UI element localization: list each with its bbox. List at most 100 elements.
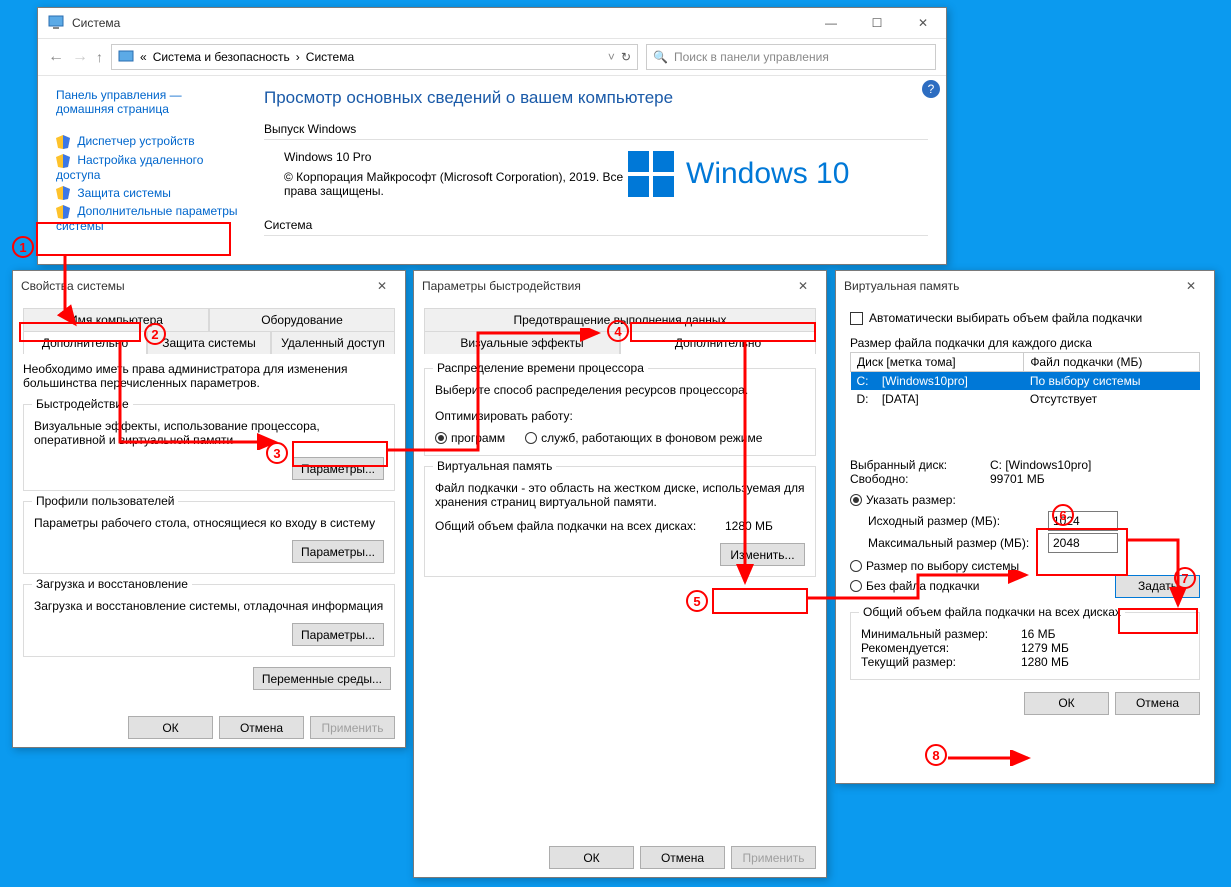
startup-settings-button[interactable]: Параметры...: [292, 623, 384, 646]
startup-group: Загрузка и восстановление Загрузка и вос…: [23, 584, 395, 657]
tab-advanced[interactable]: Дополнительно: [23, 331, 147, 354]
tab-computer-name[interactable]: Имя компьютера: [23, 308, 209, 331]
profiles-settings-button[interactable]: Параметры...: [292, 540, 384, 563]
breadcrumb-1[interactable]: Система и безопасность: [153, 50, 290, 64]
free-label: Свободно:: [850, 472, 990, 486]
refresh-icon[interactable]: ↻: [621, 50, 631, 64]
pc-icon: [118, 50, 134, 64]
admin-note: Необходимо иметь права администратора дл…: [13, 354, 405, 398]
set-button[interactable]: Задать: [1115, 575, 1200, 598]
vmem-desc: Файл подкачки - это область на жестком д…: [435, 481, 805, 509]
windows-logo: Windows 10: [628, 150, 928, 198]
apply-button[interactable]: Применить: [731, 846, 816, 869]
scheduling-group: Распределение времени процессора Выберит…: [424, 368, 816, 456]
disk-row-d[interactable]: D: [DATA] Отсутствует: [851, 390, 1200, 408]
max-size-input[interactable]: [1048, 533, 1118, 553]
vmem-total-value: 1280 МБ: [725, 519, 805, 533]
sidebar: Панель управления — домашняя страница Ди…: [38, 76, 246, 264]
back-button[interactable]: ←: [48, 48, 64, 66]
help-icon[interactable]: ?: [922, 80, 940, 98]
dialog-title: Виртуальная память: [836, 279, 1168, 293]
ok-button[interactable]: ОК: [1024, 692, 1109, 715]
ok-button[interactable]: ОК: [128, 716, 213, 739]
scheduling-desc: Выберите способ распределения ресурсов п…: [435, 383, 805, 397]
radio-system-size[interactable]: Размер по выбору системы: [850, 559, 1019, 573]
radio-no-pagefile[interactable]: Без файла подкачки: [850, 579, 1115, 593]
vmem-total-label: Общий объем файла подкачки на всех диска…: [435, 519, 725, 533]
tab-visual-effects[interactable]: Визуальные эффекты: [424, 331, 620, 354]
sidebar-item-remote[interactable]: Настройка удаленного доступа: [56, 153, 240, 182]
auto-checkbox[interactable]: Автоматически выбирать объем файла подка…: [850, 311, 1142, 325]
selected-drive-label: Выбранный диск:: [850, 458, 990, 472]
address-bar[interactable]: « Система и безопасность › Система ˅ ↻: [111, 44, 638, 70]
search-icon: 🔍: [653, 50, 668, 64]
shield-icon: [56, 154, 70, 168]
tab-remote[interactable]: Удаленный доступ: [271, 331, 395, 354]
edition-label: Выпуск Windows: [264, 122, 928, 136]
cancel-button[interactable]: Отмена: [640, 846, 725, 869]
annotation-1: 1: [12, 236, 34, 258]
profiles-desc: Параметры рабочего стола, относящиеся ко…: [34, 516, 384, 530]
main-content: ? Просмотр основных сведений о вашем ком…: [246, 76, 946, 264]
titlebar: Система — ☐ ✕: [38, 8, 946, 38]
close-button[interactable]: ✕: [359, 271, 405, 301]
performance-options-dialog: Параметры быстродействия ✕ Предотвращени…: [413, 270, 827, 878]
close-button[interactable]: ✕: [780, 271, 826, 301]
max-size-label: Максимальный размер (МБ):: [868, 536, 1048, 550]
tab-hardware[interactable]: Оборудование: [209, 308, 395, 331]
cancel-button[interactable]: Отмена: [219, 716, 304, 739]
disk-row-c[interactable]: C: [Windows10pro] По выбору системы: [851, 371, 1200, 390]
breadcrumb-sep: ›: [296, 50, 300, 64]
search-input[interactable]: 🔍 Поиск в панели управления: [646, 44, 936, 70]
system-section-label: Система: [264, 218, 928, 232]
minimize-button[interactable]: —: [808, 8, 854, 38]
disk-list[interactable]: Диск [метка тома]Файл подкачки (МБ) C: […: [850, 352, 1200, 448]
system-window: Система — ☐ ✕ ← → ↑ « Система и безопасн…: [37, 7, 947, 265]
tab-protection[interactable]: Защита системы: [147, 331, 271, 354]
window-title: Система: [64, 16, 808, 30]
forward-button[interactable]: →: [72, 48, 88, 66]
cancel-button[interactable]: Отмена: [1115, 692, 1200, 715]
breadcrumb-dropdown[interactable]: ˅: [608, 50, 615, 64]
system-icon: [38, 14, 64, 33]
radio-custom-size[interactable]: Указать размер:: [850, 493, 956, 507]
tab-dep[interactable]: Предотвращение выполнения данных: [424, 308, 816, 331]
change-button[interactable]: Изменить...: [720, 543, 805, 566]
control-panel-home[interactable]: Панель управления — домашняя страница: [56, 88, 240, 116]
apply-button[interactable]: Применить: [310, 716, 395, 739]
breadcrumb-prefix: «: [140, 50, 147, 64]
size-per-disk-label: Размер файла подкачки для каждого диска: [850, 336, 1200, 350]
startup-desc: Загрузка и восстановление системы, отлад…: [34, 599, 384, 613]
initial-size-input[interactable]: [1048, 511, 1118, 531]
shield-icon: [56, 186, 70, 200]
ok-button[interactable]: ОК: [549, 846, 634, 869]
radio-services[interactable]: служб, работающих в фоновом режиме: [525, 431, 762, 445]
up-button[interactable]: ↑: [96, 49, 103, 65]
performance-settings-button[interactable]: Параметры...: [292, 457, 384, 480]
free-value: 99701 МБ: [990, 472, 1045, 486]
env-variables-button[interactable]: Переменные среды...: [253, 667, 391, 690]
radio-programs[interactable]: программ: [435, 431, 505, 445]
copyright: © Корпорация Майкрософт (Microsoft Corpo…: [284, 170, 624, 198]
performance-desc: Визуальные эффекты, использование процес…: [34, 419, 384, 447]
page-title: Просмотр основных сведений о вашем компь…: [264, 88, 928, 108]
totals-group: Общий объем файла подкачки на всех диска…: [850, 612, 1200, 680]
selected-drive-value: C: [Windows10pro]: [990, 458, 1091, 472]
tab-advanced[interactable]: Дополнительно: [620, 331, 816, 354]
dialog-title: Свойства системы: [13, 279, 359, 293]
virtual-memory-group: Виртуальная память Файл подкачки - это о…: [424, 466, 816, 577]
close-button[interactable]: ✕: [1168, 271, 1214, 301]
system-properties-dialog: Свойства системы ✕ Имя компьютера Оборуд…: [12, 270, 406, 748]
sidebar-item-device-manager[interactable]: Диспетчер устройств: [56, 134, 240, 149]
performance-group: Быстродействие Визуальные эффекты, испол…: [23, 404, 395, 491]
virtual-memory-dialog: Виртуальная память ✕ Автоматически выбир…: [835, 270, 1215, 784]
profiles-group: Профили пользователей Параметры рабочего…: [23, 501, 395, 574]
initial-size-label: Исходный размер (МБ):: [868, 514, 1048, 528]
breadcrumb-2[interactable]: Система: [306, 50, 354, 64]
sidebar-item-protection[interactable]: Защита системы: [56, 186, 240, 201]
close-button[interactable]: ✕: [900, 8, 946, 38]
sidebar-item-advanced[interactable]: Дополнительные параметры системы: [56, 204, 240, 233]
optimize-label: Оптимизировать работу:: [435, 409, 805, 423]
edition-value: Windows 10 Pro: [284, 150, 628, 164]
maximize-button[interactable]: ☐: [854, 8, 900, 38]
